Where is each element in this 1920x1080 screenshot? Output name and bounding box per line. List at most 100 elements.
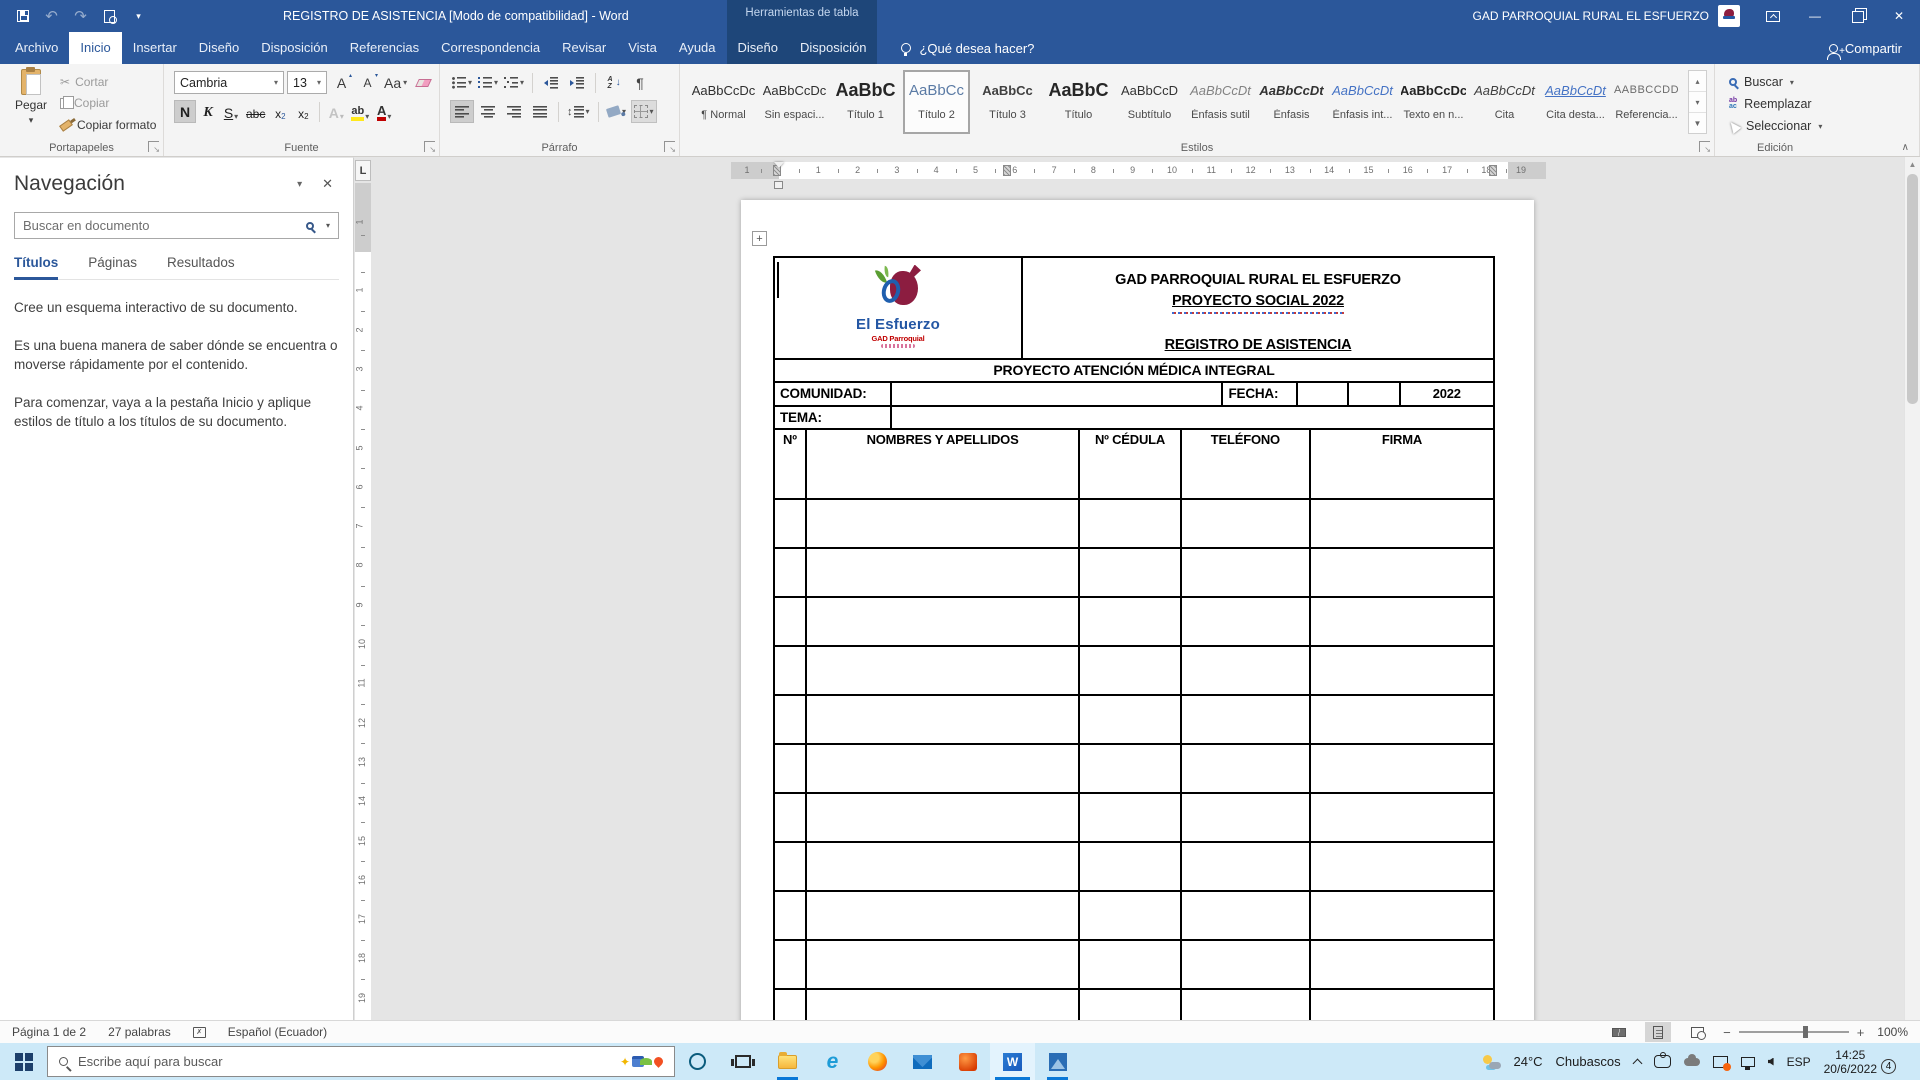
empty-cell[interactable] bbox=[805, 696, 1078, 743]
empty-cell[interactable] bbox=[1180, 941, 1309, 988]
font-family-select[interactable]: Cambria ▾ bbox=[174, 71, 284, 94]
nav-tab-resultados[interactable]: Resultados bbox=[167, 255, 235, 279]
table-column-marker[interactable] bbox=[1003, 165, 1011, 176]
empty-cell[interactable] bbox=[775, 941, 805, 988]
numbered-list-button[interactable]: ▾ bbox=[476, 71, 500, 94]
paragraph-dialog-launcher[interactable] bbox=[664, 141, 675, 152]
notification-center-button[interactable]: 4 bbox=[1890, 1052, 1910, 1071]
tab-inicio[interactable]: Inicio bbox=[69, 32, 121, 64]
increase-indent-button[interactable] bbox=[565, 71, 589, 94]
paste-button[interactable]: Pegar ▾ bbox=[8, 69, 54, 135]
empty-cell[interactable] bbox=[1078, 941, 1179, 988]
empty-cell[interactable] bbox=[775, 892, 805, 939]
tab-referencias[interactable]: Referencias bbox=[339, 32, 430, 64]
column-header-n[interactable]: Nº bbox=[775, 430, 805, 449]
empty-cell[interactable] bbox=[805, 745, 1078, 792]
style-normal[interactable]: AaBbCcDc¶ Normal bbox=[690, 70, 757, 134]
strikethrough-button[interactable]: abc bbox=[243, 100, 268, 123]
proofing-status-icon[interactable]: ✗ bbox=[193, 1027, 206, 1038]
taskbar-app-photos[interactable] bbox=[1035, 1043, 1080, 1080]
undo-button[interactable]: ↶ bbox=[39, 3, 64, 29]
empty-cell[interactable] bbox=[1078, 500, 1179, 547]
clear-formatting-button[interactable] bbox=[412, 71, 435, 94]
fecha-year-cell[interactable]: 2022 bbox=[1399, 383, 1493, 405]
search-input[interactable] bbox=[23, 218, 306, 233]
empty-cell[interactable] bbox=[1078, 794, 1179, 841]
justify-button[interactable] bbox=[528, 100, 552, 123]
empty-cell[interactable] bbox=[1309, 500, 1493, 547]
empty-cell[interactable] bbox=[1078, 843, 1179, 890]
taskbar-app-task-view[interactable] bbox=[720, 1043, 765, 1080]
empty-cell[interactable] bbox=[805, 990, 1078, 1020]
style-texto-en-n[interactable]: AaBbCcDcTexto en n... bbox=[1400, 70, 1467, 134]
empty-cell[interactable] bbox=[1078, 990, 1179, 1020]
weather-condition[interactable]: Chubascos bbox=[1556, 1054, 1621, 1069]
taskbar-app-internet-explorer[interactable]: e bbox=[810, 1043, 855, 1080]
read-mode-button[interactable] bbox=[1606, 1022, 1632, 1042]
taskbar-app-office[interactable] bbox=[945, 1043, 990, 1080]
network-icon[interactable] bbox=[1741, 1057, 1755, 1067]
empty-cell[interactable] bbox=[775, 696, 805, 743]
empty-cell[interactable] bbox=[805, 598, 1078, 645]
bullet-list-button[interactable]: ▾ bbox=[450, 71, 474, 94]
empty-cell[interactable] bbox=[775, 500, 805, 547]
language-indicator[interactable]: Español (Ecuador) bbox=[228, 1025, 327, 1039]
empty-cell[interactable] bbox=[1180, 500, 1309, 547]
column-header-n-cedula[interactable]: Nº CÉDULA bbox=[1078, 430, 1179, 449]
zoom-percentage[interactable]: 100% bbox=[1877, 1025, 1908, 1039]
empty-cell[interactable] bbox=[1078, 696, 1179, 743]
text-effects-button[interactable]: A▾ bbox=[325, 100, 347, 123]
zoom-out-button[interactable]: − bbox=[1723, 1025, 1731, 1040]
first-line-indent-marker[interactable] bbox=[774, 162, 784, 168]
bold-button[interactable]: N bbox=[174, 100, 196, 123]
underline-button[interactable]: S▾ bbox=[220, 100, 242, 123]
comunidad-label-cell[interactable]: COMUNIDAD: bbox=[775, 383, 890, 405]
scroll-up-arrow[interactable]: ▲ bbox=[1905, 157, 1920, 172]
empty-cell[interactable] bbox=[1180, 598, 1309, 645]
style-enfasis-sutil[interactable]: AaBbCcDtÉnfasis sutil bbox=[1187, 70, 1254, 134]
tema-label-cell[interactable]: TEMA: bbox=[775, 407, 890, 428]
project-title-cell[interactable]: PROYECTO ATENCIÓN MÉDICA INTEGRAL bbox=[775, 360, 1493, 381]
shrink-font-button[interactable]: A▾ bbox=[356, 71, 379, 94]
save-button[interactable] bbox=[10, 3, 35, 29]
column-header-nombres-y-apellidos[interactable]: NOMBRES Y APELLIDOS bbox=[805, 430, 1078, 449]
taskbar-search-box[interactable]: ✦ bbox=[47, 1046, 675, 1077]
empty-cell[interactable] bbox=[1180, 794, 1309, 841]
print-layout-button[interactable] bbox=[1645, 1022, 1671, 1042]
zoom-slider[interactable] bbox=[1739, 1031, 1849, 1033]
empty-cell[interactable] bbox=[805, 892, 1078, 939]
align-left-button[interactable] bbox=[450, 100, 474, 123]
tab-diseno-contextual[interactable]: Diseño bbox=[727, 32, 789, 64]
hanging-indent-marker[interactable] bbox=[774, 181, 783, 189]
empty-cell[interactable] bbox=[805, 941, 1078, 988]
line-spacing-button[interactable]: ↕▾ bbox=[565, 100, 592, 123]
vertical-scrollbar[interactable]: ▲ bbox=[1904, 157, 1920, 1020]
empty-cell[interactable] bbox=[775, 745, 805, 792]
font-size-select[interactable]: 13 ▾ bbox=[287, 71, 327, 94]
taskbar-app-mail[interactable] bbox=[900, 1043, 945, 1080]
tab-vista[interactable]: Vista bbox=[617, 32, 668, 64]
ribbon-display-options-button[interactable] bbox=[1752, 0, 1794, 32]
empty-cell[interactable] bbox=[775, 598, 805, 645]
customize-qat-button[interactable]: ▾ bbox=[126, 3, 151, 29]
document-title-cell[interactable]: GAD PARROQUIAL RURAL EL ESFUERZO PROYECT… bbox=[1021, 258, 1493, 358]
empty-cell[interactable] bbox=[1309, 449, 1493, 498]
show-paragraph-marks-button[interactable]: ¶ bbox=[628, 71, 652, 94]
account-avatar[interactable] bbox=[1718, 5, 1740, 27]
minimize-button[interactable]: — bbox=[1794, 0, 1836, 32]
style-titulo[interactable]: AaBbCTítulo bbox=[1045, 70, 1112, 134]
style-sin-espaci[interactable]: AaBbCcDcSin espaci... bbox=[761, 70, 828, 134]
document-page[interactable]: + El Esfuerzo GAD P bbox=[741, 200, 1534, 1020]
style-titulo-2[interactable]: AaBbCcTítulo 2 bbox=[903, 70, 970, 134]
font-dialog-launcher[interactable] bbox=[424, 141, 435, 152]
chevron-down-icon[interactable]: ▾ bbox=[326, 221, 330, 230]
search-icon[interactable] bbox=[306, 222, 314, 230]
align-center-button[interactable] bbox=[476, 100, 500, 123]
styles-dialog-launcher[interactable] bbox=[1699, 141, 1710, 152]
empty-cell[interactable] bbox=[805, 500, 1078, 547]
style-enfasis-int[interactable]: AaBbCcDtÉnfasis int... bbox=[1329, 70, 1396, 134]
empty-cell[interactable] bbox=[805, 449, 1078, 498]
empty-cell[interactable] bbox=[1078, 647, 1179, 694]
clipboard-dialog-launcher[interactable] bbox=[148, 141, 159, 152]
screen-share-icon[interactable] bbox=[1713, 1056, 1728, 1068]
